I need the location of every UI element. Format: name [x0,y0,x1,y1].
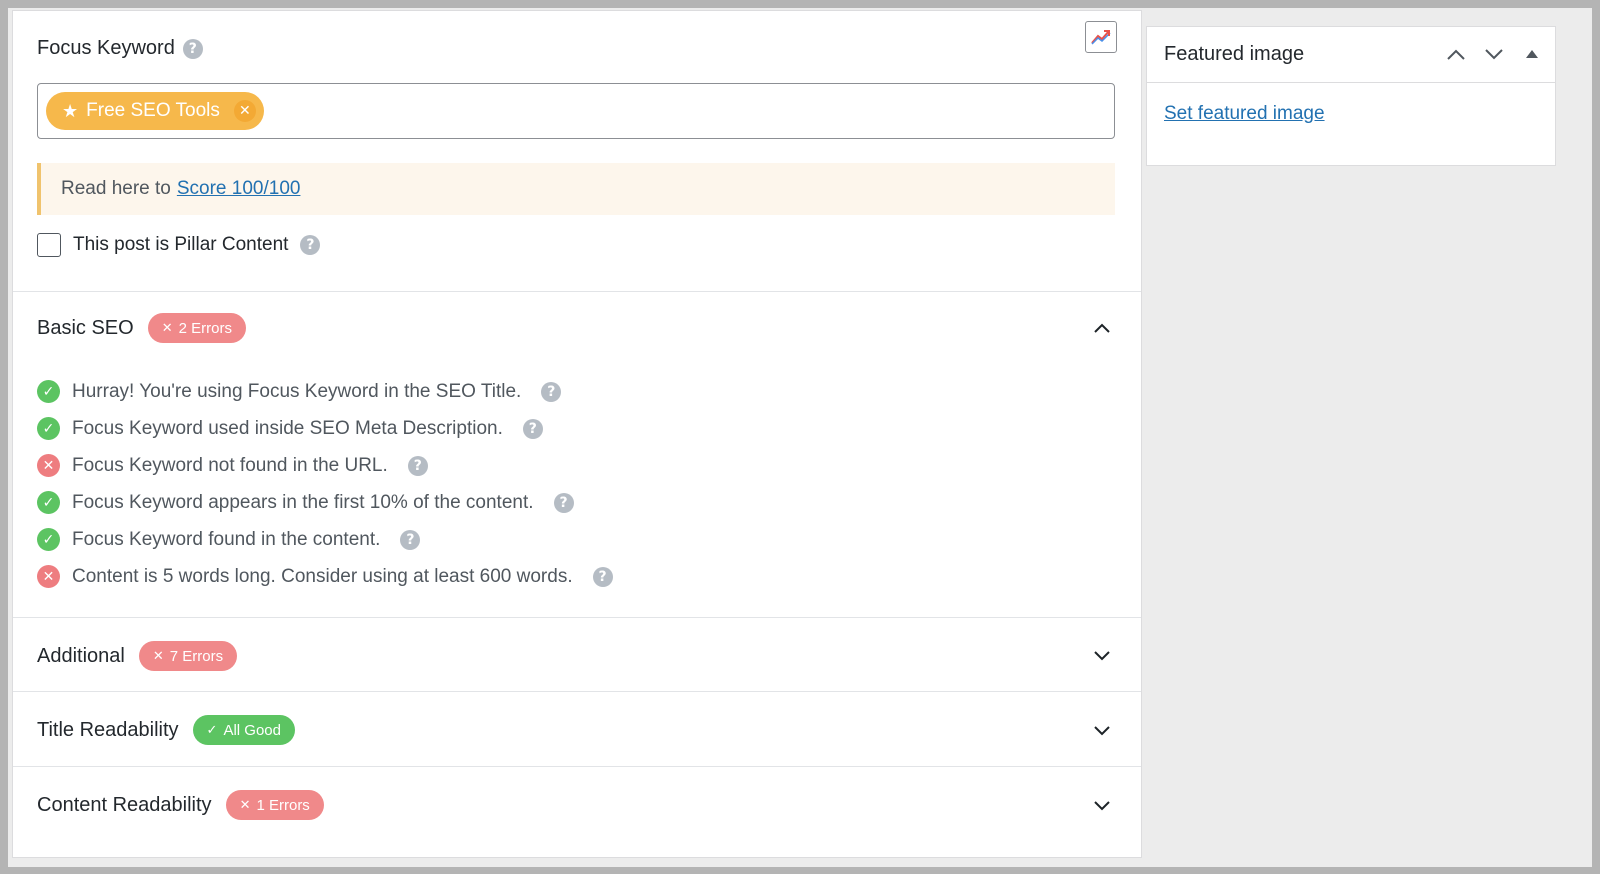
pillar-content-label[interactable]: This post is Pillar Content [73,234,288,256]
ok-badge: ✓ All Good [192,715,295,745]
keyword-trends-button[interactable] [1085,21,1117,53]
focus-keyword-heading: Focus Keyword ? [37,37,203,60]
test-item: ✓ Focus Keyword found in the content. ? [37,521,613,558]
keyword-tag[interactable]: ★ Free SEO Tools ✕ [46,92,264,130]
error-badge: ✕ 7 Errors [138,641,238,671]
divider [13,691,1141,692]
question-icon[interactable]: ? [300,235,321,255]
chevron-up-icon[interactable] [1091,317,1113,339]
test-text: Focus Keyword found in the content. [72,528,381,550]
test-text: Focus Keyword used inside SEO Meta Descr… [72,417,503,439]
test-text: Focus Keyword appears in the first 10% o… [72,491,534,513]
section-header-title-readability[interactable]: Title Readability ✓ All Good [37,715,295,745]
section-header-additional[interactable]: Additional ✕ 7 Errors [37,641,238,671]
score-notice: Read here to Score 100/100 [37,163,1115,215]
question-icon[interactable]: ? [592,566,613,587]
close-icon: ✕ [161,320,173,336]
check-icon: ✓ [37,417,60,440]
check-icon: ✓ [206,722,218,738]
keyword-tag-label: Free SEO Tools [86,100,220,121]
test-text: Content is 5 words long. Consider using … [72,565,573,587]
error-badge: ✕ 1 Errors [225,790,324,820]
badge-label: 1 Errors [256,796,310,814]
badge-label: All Good [223,721,281,739]
test-item: ✕ Focus Keyword not found in the URL. ? [37,447,613,484]
focus-keyword-label: Focus Keyword [37,37,175,59]
pillar-content-option: This post is Pillar Content ? [37,233,321,257]
chevron-down-icon[interactable] [1091,795,1113,817]
test-text: Focus Keyword not found in the URL. [72,454,388,476]
trend-chart-icon [1091,30,1111,45]
check-icon: ✓ [37,491,60,514]
section-title: Additional [37,644,125,667]
question-icon[interactable]: ? [541,381,562,402]
featured-image-panel: Featured image Set featured image [1146,26,1556,166]
score-link[interactable]: Score 100/100 [177,178,301,200]
chevron-down-icon[interactable] [1091,720,1113,742]
divider [13,617,1141,618]
move-down-icon[interactable] [1483,43,1505,65]
section-title: Content Readability [37,793,212,816]
section-header-basic-seo[interactable]: Basic SEO ✕ 2 Errors [37,313,246,343]
close-icon[interactable]: ✕ [233,100,256,122]
rank-math-seo-panel: Focus Keyword ? ★ Free SEO Tools ✕ Read … [12,10,1142,858]
test-item: ✓ Hurray! You're using Focus Keyword in … [37,373,613,410]
check-icon: ✓ [37,528,60,551]
chevron-down-icon[interactable] [1091,645,1113,667]
error-icon: ✕ [37,454,60,477]
section-title: Basic SEO [37,316,134,339]
question-icon[interactable]: ? [182,38,203,59]
check-icon: ✓ [37,380,60,403]
focus-keyword-input[interactable]: ★ Free SEO Tools ✕ [37,83,1115,139]
set-featured-image-link[interactable]: Set featured image [1164,103,1325,125]
test-item: ✕ Content is 5 words long. Consider usin… [37,558,613,595]
featured-image-title: Featured image [1164,43,1305,65]
basic-seo-test-list: ✓ Hurray! You're using Focus Keyword in … [37,373,613,595]
close-icon: ✕ [152,648,164,664]
question-icon[interactable]: ? [522,418,543,439]
test-item: ✓ Focus Keyword used inside SEO Meta Des… [37,410,613,447]
pillar-content-checkbox[interactable] [37,233,61,257]
badge-label: 7 Errors [169,647,224,665]
star-icon: ★ [62,100,79,122]
collapse-toggle-icon[interactable] [1521,43,1543,65]
test-text: Hurray! You're using Focus Keyword in th… [72,380,522,402]
error-icon: ✕ [37,565,60,588]
panel-controls [1445,43,1543,65]
question-icon[interactable]: ? [407,455,428,476]
divider [13,766,1141,767]
featured-image-header[interactable]: Featured image [1147,27,1555,83]
error-badge: ✕ 2 Errors [147,313,246,343]
badge-label: 2 Errors [178,319,232,337]
divider [13,291,1141,292]
section-header-content-readability[interactable]: Content Readability ✕ 1 Errors [37,790,324,820]
question-icon[interactable]: ? [400,529,421,550]
notice-text: Read here to [61,178,171,199]
close-icon: ✕ [239,797,251,813]
question-icon[interactable]: ? [553,492,574,513]
section-title: Title Readability [37,718,179,741]
editor-sidebar-area: Focus Keyword ? ★ Free SEO Tools ✕ Read … [8,8,1592,867]
move-up-icon[interactable] [1445,43,1467,65]
test-item: ✓ Focus Keyword appears in the first 10%… [37,484,613,521]
